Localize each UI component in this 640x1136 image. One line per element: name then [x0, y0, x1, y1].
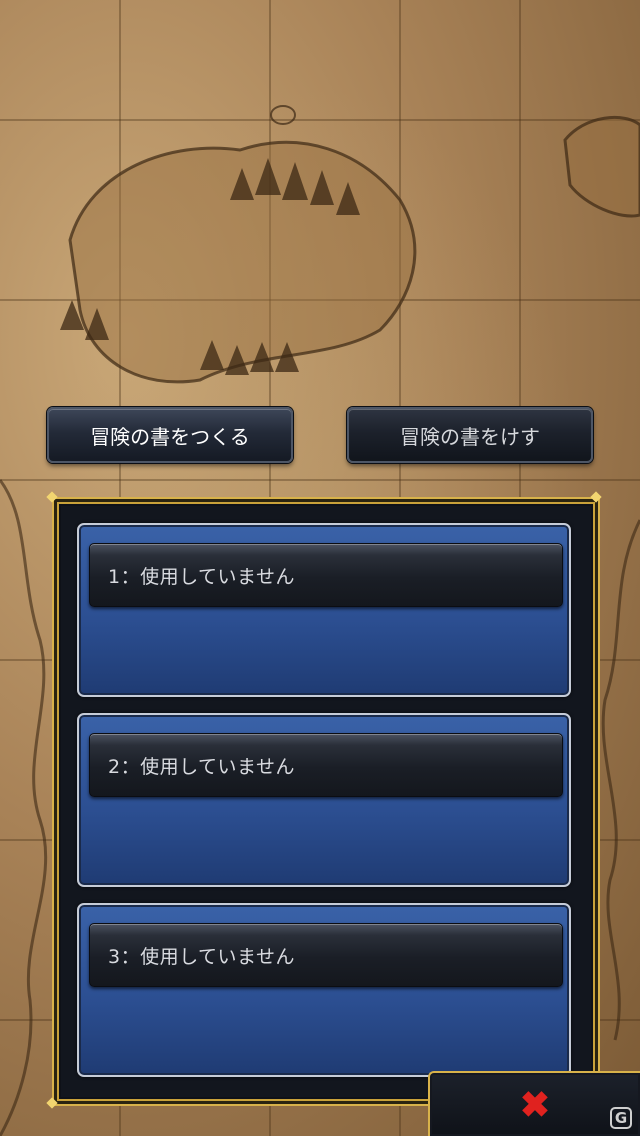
site-watermark-logo: G [610, 1107, 632, 1129]
delete-adventure-log-label: 冒険の書をけす [400, 426, 540, 449]
save-slot-label: 1：使用していません [108, 565, 295, 588]
save-slot-2[interactable]: 2：使用していません [77, 713, 571, 887]
close-icon: ✖ [519, 1083, 551, 1125]
save-slot-label: 3：使用していません [108, 945, 295, 968]
save-slot-label: 2：使用していません [108, 755, 295, 778]
save-slot-title-bar: 2：使用していません [89, 733, 563, 797]
save-slot-3[interactable]: 3：使用していません [77, 903, 571, 1077]
create-adventure-log-label: 冒険の書をつくる [90, 426, 250, 449]
close-button[interactable]: ✖ [428, 1071, 640, 1136]
save-slot-1[interactable]: 1：使用していません [77, 523, 571, 697]
save-slot-title-bar: 1：使用していません [89, 543, 563, 607]
save-slot-title-bar: 3：使用していません [89, 923, 563, 987]
create-adventure-log-button[interactable]: 冒険の書をつくる [47, 407, 293, 463]
delete-adventure-log-button[interactable]: 冒険の書をけす [347, 407, 593, 463]
